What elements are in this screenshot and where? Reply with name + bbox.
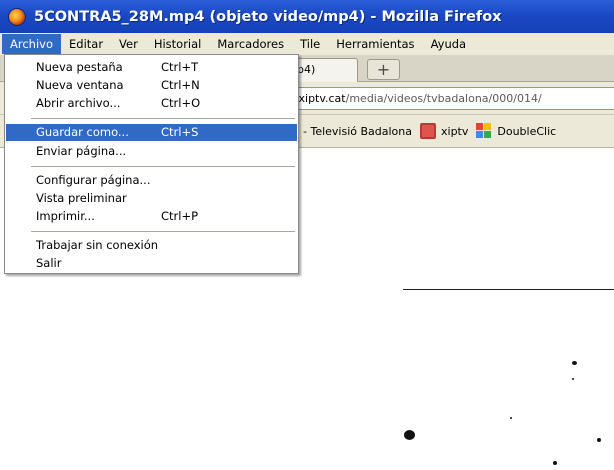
menu-item-exit[interactable]: Salir <box>6 255 297 272</box>
bookmark-label: xiptv <box>441 124 469 138</box>
speck <box>510 417 512 419</box>
menu-archivo[interactable]: Archivo <box>2 34 61 54</box>
menu-editar[interactable]: Editar <box>61 34 111 54</box>
bookmark-doubleclick[interactable]: DoubleClic <box>476 123 556 139</box>
tab-title: p4) <box>297 63 316 76</box>
menu-item-send-page[interactable]: Enviar página... <box>6 143 297 160</box>
menu-item-save-as[interactable]: Guardar como... Ctrl+S <box>6 124 297 141</box>
menu-ver[interactable]: Ver <box>111 34 146 54</box>
menu-separator <box>31 231 295 232</box>
speck <box>597 438 601 442</box>
url-path: /media/videos/tvbadalona/000/014/ <box>345 92 542 105</box>
firefox-logo-icon <box>8 7 26 26</box>
speck <box>404 430 415 440</box>
video-frame-edge <box>403 289 614 290</box>
url-host: .xiptv.cat <box>295 92 346 105</box>
menu-item-open-file[interactable]: Abrir archivo... Ctrl+O <box>6 95 297 112</box>
menu-herramientas[interactable]: Herramientas <box>328 34 422 54</box>
menu-item-page-setup[interactable]: Configurar página... <box>6 172 297 189</box>
doubleclick-icon <box>476 123 492 139</box>
url-field[interactable]: .xiptv.cat/media/videos/tvbadalona/000/0… <box>268 87 614 110</box>
menu-marcadores[interactable]: Marcadores <box>209 34 292 54</box>
menu-separator <box>31 118 295 119</box>
menu-separator <box>31 166 295 167</box>
speck <box>553 461 557 465</box>
file-menu-dropdown: Nueva pestaña Ctrl+T Nueva ventana Ctrl+… <box>4 54 299 274</box>
menu-item-print-preview[interactable]: Vista preliminar <box>6 190 297 207</box>
menu-item-new-tab[interactable]: Nueva pestaña Ctrl+T <box>6 59 297 76</box>
menu-tile[interactable]: Tile <box>292 34 328 54</box>
menu-item-work-offline[interactable]: Trabajar sin conexión <box>6 237 297 254</box>
bookmark-xiptv[interactable]: xiptv <box>420 123 468 139</box>
window-titlebar[interactable]: 5CONTRA5_28M.mp4 (objeto video/mp4) - Mo… <box>0 0 614 33</box>
menu-historial[interactable]: Historial <box>146 34 210 54</box>
menu-item-print[interactable]: Imprimir... Ctrl+P <box>6 208 297 225</box>
bookmark-televisio-badalona[interactable]: - Televisió Badalona <box>303 125 412 138</box>
menu-item-new-window[interactable]: Nueva ventana Ctrl+N <box>6 77 297 94</box>
new-tab-button[interactable]: + <box>367 59 400 80</box>
bookmark-label: - Televisió Badalona <box>303 124 412 138</box>
window-title: 5CONTRA5_28M.mp4 (objeto video/mp4) - Mo… <box>34 8 502 25</box>
xiptv-icon <box>420 123 436 139</box>
menu-ayuda[interactable]: Ayuda <box>423 34 475 54</box>
speck <box>572 361 577 365</box>
speck <box>572 378 574 380</box>
bookmark-label: DoubleClic <box>497 124 557 138</box>
menu-bar: Archivo Editar Ver Historial Marcadores … <box>0 33 614 55</box>
